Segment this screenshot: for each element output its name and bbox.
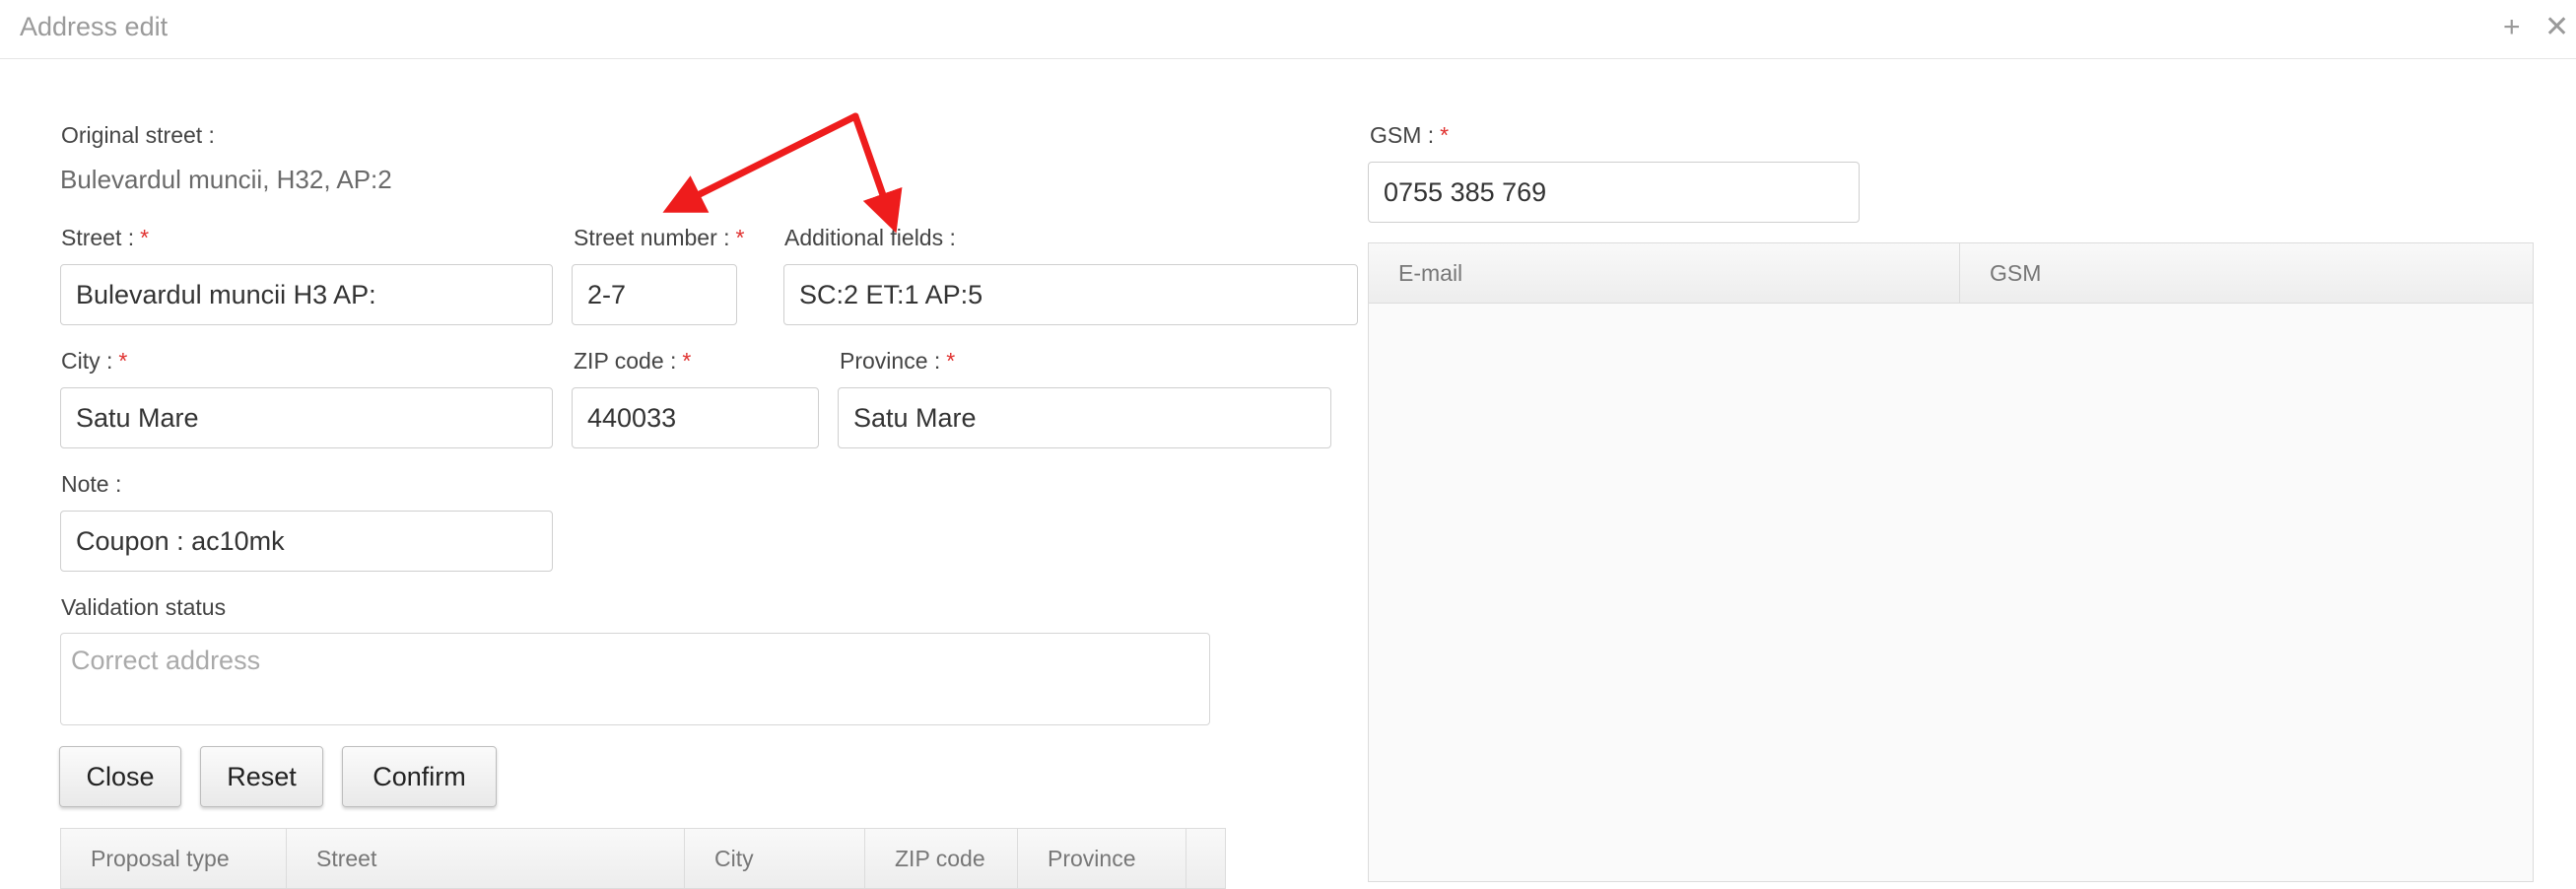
arrow-to-street-number bbox=[662, 112, 859, 213]
red-arrow-annotation bbox=[662, 112, 903, 234]
arrow-to-additional-fields bbox=[851, 112, 903, 234]
